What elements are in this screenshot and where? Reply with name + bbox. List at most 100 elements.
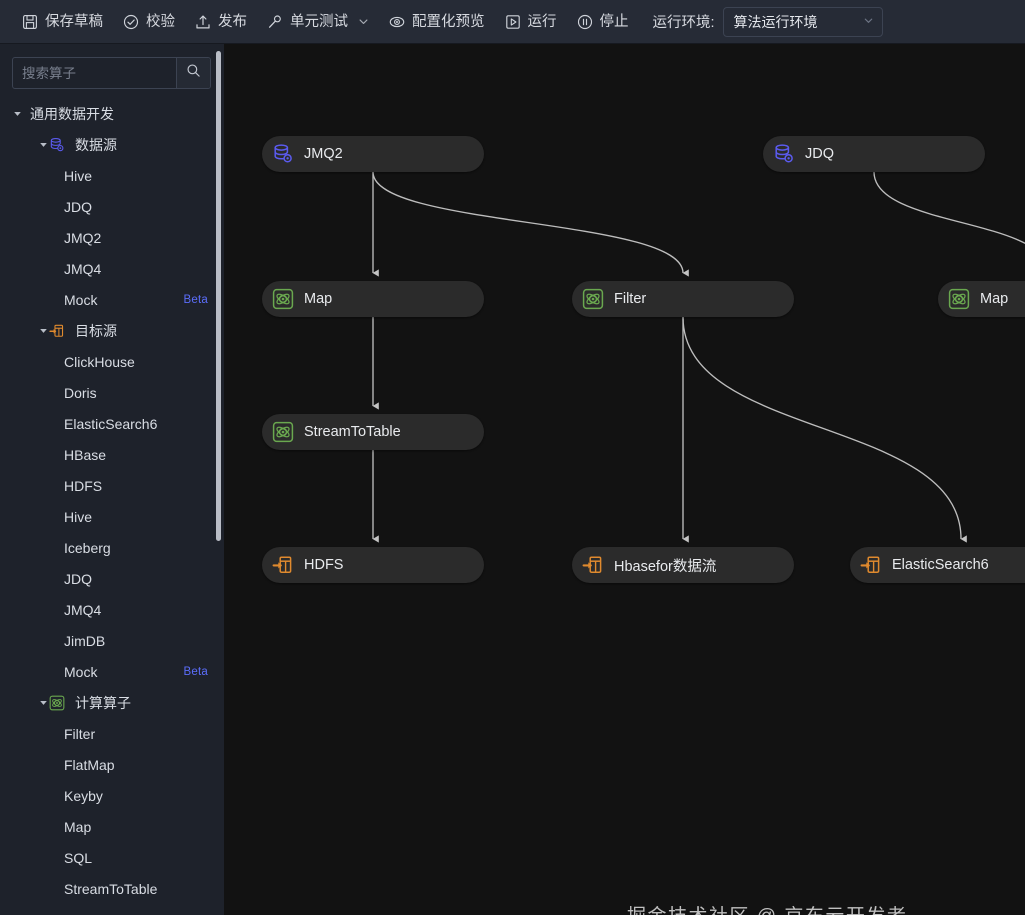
target-icon	[272, 554, 294, 576]
toolbar-button-group: 保存草稿 校验 发布 单元测试 配置化预览 运行 停止	[12, 7, 639, 37]
tree-item-label: HDFS	[64, 477, 103, 494]
tree-item-label: Mock	[64, 663, 98, 680]
tree-item-keyby-22[interactable]: Keyby	[0, 780, 224, 811]
check-circle-icon	[123, 14, 139, 30]
play-icon	[505, 14, 521, 30]
run-environment-value: 算法运行环境	[733, 13, 818, 30]
tree-item-item-7[interactable]: 目标源	[0, 315, 224, 346]
tree-item-label: Map	[64, 818, 92, 835]
eye-icon	[389, 14, 405, 30]
tree-item-label: 通用数据开发	[30, 105, 114, 122]
toolbar-button-label: 单元测试	[290, 14, 348, 31]
caret-down-icon[interactable]	[12, 108, 23, 119]
sidebar-scrollbar[interactable]	[216, 51, 221, 541]
flow-node-hdfs[interactable]: HDFS	[262, 547, 484, 583]
datasource-icon	[773, 143, 795, 165]
flow-node-map2[interactable]: Map	[938, 281, 1025, 317]
tree-item-jimdb-17[interactable]: JimDB	[0, 625, 224, 656]
compute-icon	[272, 421, 294, 443]
tree-item-label: JimDB	[64, 632, 106, 649]
tree-item-item-19[interactable]: 计算算子	[0, 687, 224, 718]
beta-badge: Beta	[183, 293, 208, 306]
tree-item-jmq4-16[interactable]: JMQ4	[0, 594, 224, 625]
flow-canvas[interactable]: JMQ2 JDQ Map Filter Map StreamToTable HD…	[224, 44, 1025, 915]
flow-edge-filter-to-es6	[682, 316, 967, 543]
run-environment-group: 运行环境: 算法运行环境	[653, 6, 883, 37]
tree-item-label: Filter	[64, 725, 96, 742]
tree-item-jdq-15[interactable]: JDQ	[0, 563, 224, 594]
compute-icon	[948, 288, 970, 310]
flow-edge-jdq-to-map2	[873, 171, 1025, 245]
tree-item-label: Hive	[64, 167, 93, 184]
tree-item-hive-13[interactable]: Hive	[0, 501, 224, 532]
tree-item-item-0[interactable]: 通用数据开发	[0, 98, 224, 129]
flow-node-map1[interactable]: Map	[262, 281, 484, 317]
tree-item-label: Hive	[64, 508, 93, 525]
toolbar-button-5[interactable]: 配置化预览	[379, 7, 495, 37]
tree-item-map-23[interactable]: Map	[0, 811, 224, 842]
toolbar-button-label: 校验	[146, 14, 175, 31]
flow-node-jdq[interactable]: JDQ	[763, 136, 985, 172]
tree-item-filter-20[interactable]: Filter	[0, 718, 224, 749]
tree-item-item-1[interactable]: 数据源	[0, 129, 224, 160]
tree-item-label: Doris	[64, 384, 97, 401]
toolbar: 保存草稿 校验 发布 单元测试 配置化预览 运行 停止 运行环境: 算法运行环境	[0, 0, 1025, 44]
toolbar-button-3[interactable]: 发布	[185, 7, 257, 37]
flow-node-label: Hbasefor数据流	[614, 558, 717, 575]
flow-node-es6[interactable]: ElasticSearch6	[850, 547, 1025, 583]
tree-item-jdq-3[interactable]: JDQ	[0, 191, 224, 222]
save-icon	[22, 14, 38, 30]
toolbar-button-7[interactable]: 停止	[567, 7, 639, 37]
tree-item-hdfs-12[interactable]: HDFS	[0, 470, 224, 501]
run-environment-select[interactable]: 算法运行环境	[722, 6, 883, 37]
tree-item-label: JDQ	[64, 570, 92, 587]
toolbar-button-1[interactable]: 保存草稿	[12, 7, 113, 37]
toolbar-button-label: 保存草稿	[45, 14, 103, 31]
search-input[interactable]	[13, 58, 176, 88]
tree-item-hive-2[interactable]: Hive	[0, 160, 224, 191]
tree-item-jmq4-5[interactable]: JMQ4	[0, 253, 224, 284]
tree-item-label: JMQ4	[64, 260, 102, 277]
tree-item-elasticsearch6-10[interactable]: ElasticSearch6	[0, 408, 224, 439]
caret-down-icon[interactable]	[38, 139, 49, 150]
tree-item-label: JDQ	[64, 198, 92, 215]
search-box	[12, 57, 211, 89]
tree-item-iceberg-14[interactable]: Iceberg	[0, 532, 224, 563]
sidebar: 通用数据开发 数据源 Hive JDQ JMQ2 JMQ4 Mock Beta 目标源 Cli…	[0, 44, 224, 915]
tree-item-clickhouse-8[interactable]: ClickHouse	[0, 346, 224, 377]
tree-item-label: JMQ2	[64, 229, 102, 246]
search-button[interactable]	[176, 58, 210, 88]
flow-edges	[372, 171, 1025, 543]
tree-item-mock-18[interactable]: Mock Beta	[0, 656, 224, 687]
flow-node-s2t[interactable]: StreamToTable	[262, 414, 484, 450]
tree-item-doris-9[interactable]: Doris	[0, 377, 224, 408]
toolbar-button-2[interactable]: 校验	[113, 7, 185, 37]
tree-item-label: ElasticSearch6	[64, 415, 158, 432]
app-root: 保存草稿 校验 发布 单元测试 配置化预览 运行 停止 运行环境: 算法运行环境	[0, 0, 1025, 915]
tree-item-flatmap-21[interactable]: FlatMap	[0, 749, 224, 780]
wrench-icon	[267, 14, 283, 30]
datasource-icon	[272, 143, 294, 165]
upload-icon	[195, 14, 211, 30]
toolbar-button-6[interactable]: 运行	[495, 7, 567, 37]
tree-item-jmq2-4[interactable]: JMQ2	[0, 222, 224, 253]
flow-node-hbase[interactable]: Hbasefor数据流	[572, 547, 794, 583]
flow-node-label: Filter	[614, 291, 647, 307]
flow-node-jmq2[interactable]: JMQ2	[262, 136, 484, 172]
tree-item-streamtotable-25[interactable]: StreamToTable	[0, 873, 224, 904]
toolbar-button-4[interactable]: 单元测试	[257, 7, 379, 37]
tree-item-label: FlatMap	[64, 756, 115, 773]
toolbar-button-label: 停止	[599, 14, 629, 31]
tree-item-sql-24[interactable]: SQL	[0, 842, 224, 873]
tree-item-hbase-11[interactable]: HBase	[0, 439, 224, 470]
tree-item-label: 计算算子	[75, 694, 131, 711]
tree-item-mock-6[interactable]: Mock Beta	[0, 284, 224, 315]
search-row	[0, 44, 224, 89]
flow-node-label: ElasticSearch6	[892, 557, 989, 573]
chevron-down-icon	[863, 15, 874, 29]
toolbar-button-label: 配置化预览	[412, 14, 485, 31]
caret-down-icon[interactable]	[38, 325, 49, 336]
flow-node-filter[interactable]: Filter	[572, 281, 794, 317]
tree-item-label: Iceberg	[64, 539, 111, 556]
caret-down-icon[interactable]	[38, 697, 49, 708]
